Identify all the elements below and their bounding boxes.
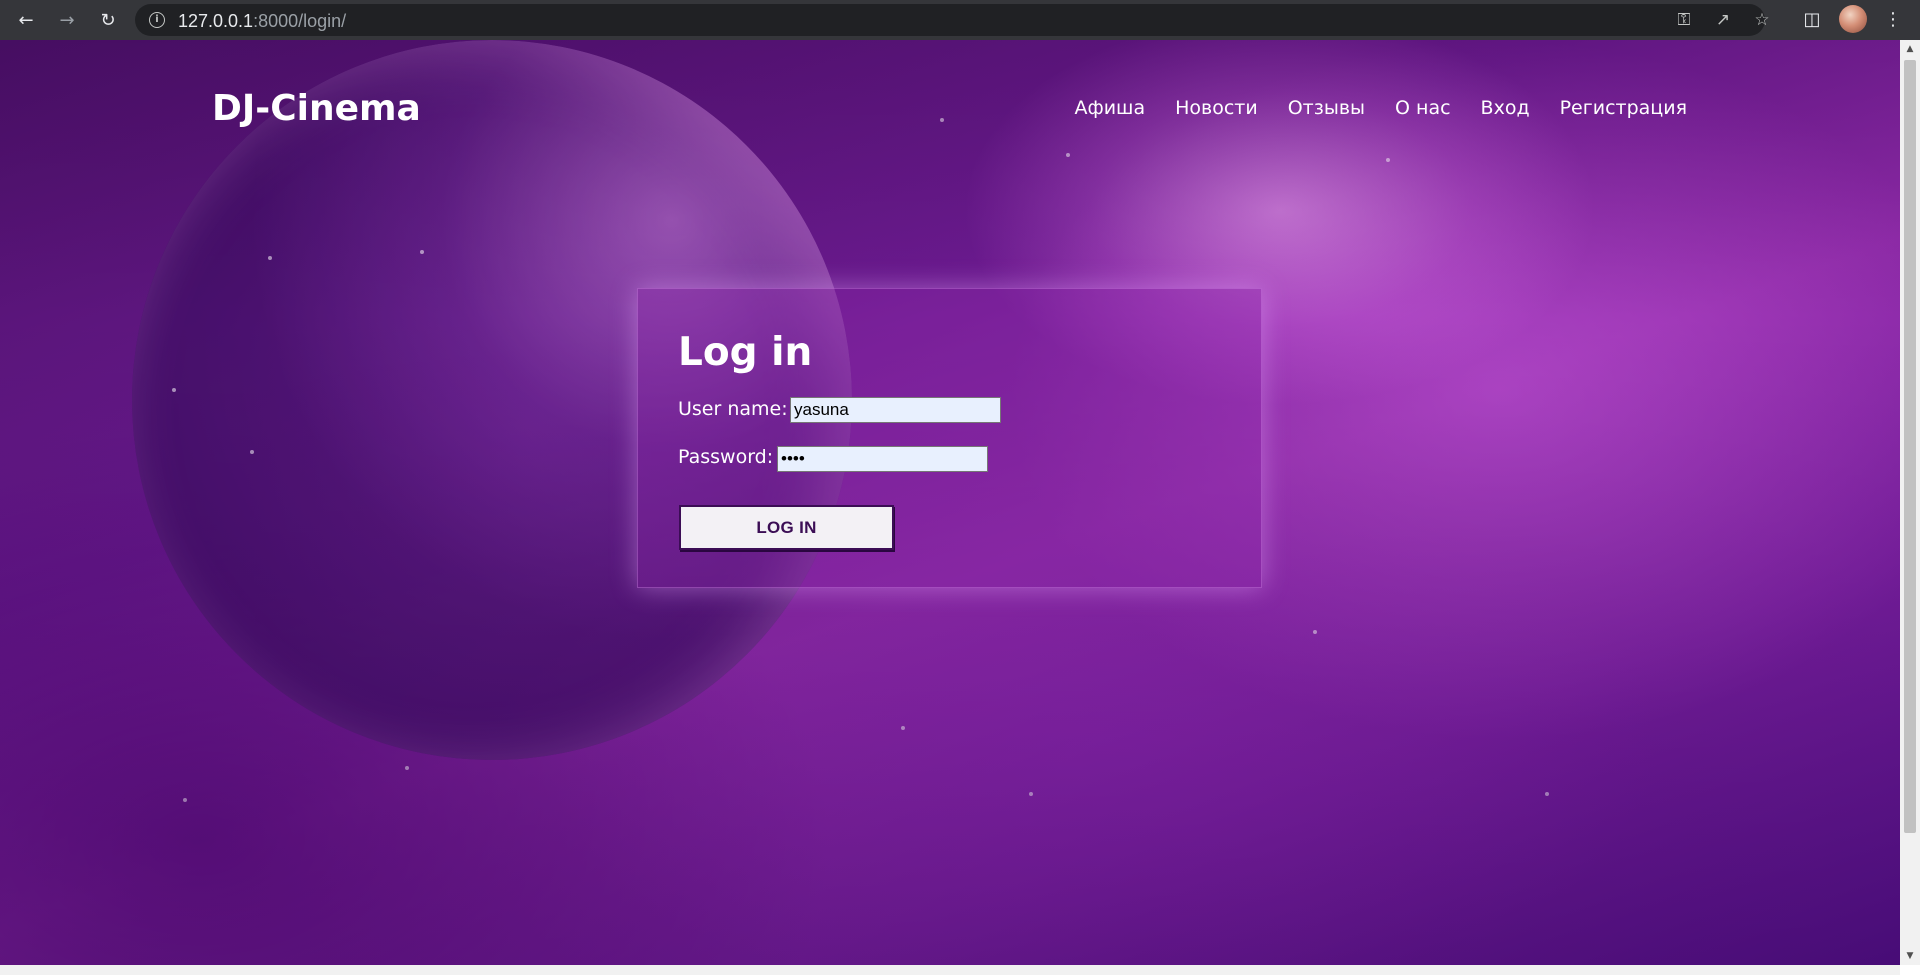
- vertical-scrollbar[interactable]: ▲ ▼: [1900, 40, 1920, 965]
- password-label: Password:: [678, 446, 774, 468]
- browser-toolbar: ← → ↻ i 127.0.0.1:8000/login/ ⚿ ↗ ☆ ◫ ⋮: [0, 0, 1920, 40]
- info-icon[interactable]: i: [149, 12, 165, 28]
- star-icon[interactable]: ☆: [1751, 10, 1773, 30]
- login-card: Log in User name: Password: LOG IN: [637, 288, 1262, 588]
- url-text[interactable]: 127.0.0.1:8000/login/: [178, 11, 346, 32]
- site-logo[interactable]: DJ-Cinema: [212, 88, 421, 129]
- scrollbar-thumb[interactable]: [1904, 60, 1916, 833]
- nav-item-register[interactable]: Регистрация: [1560, 97, 1687, 119]
- key-icon[interactable]: ⚿: [1673, 10, 1695, 30]
- horizontal-scrollbar[interactable]: [0, 965, 1900, 975]
- forward-arrow-icon[interactable]: →: [55, 8, 79, 32]
- main-nav: Афиша Новости Отзывы О нас Вход Регистра…: [1074, 97, 1687, 119]
- username-input[interactable]: [790, 397, 1001, 423]
- back-arrow-icon[interactable]: ←: [14, 8, 38, 32]
- nav-item-afisha[interactable]: Афиша: [1074, 97, 1145, 119]
- nav-item-about[interactable]: О нас: [1395, 97, 1451, 119]
- scroll-down-icon[interactable]: ▼: [1900, 947, 1920, 965]
- reload-icon[interactable]: ↻: [96, 8, 120, 32]
- kebab-menu-icon[interactable]: ⋮: [1881, 8, 1905, 32]
- nav-item-login[interactable]: Вход: [1481, 97, 1530, 119]
- address-bar[interactable]: i 127.0.0.1:8000/login/ ⚿ ↗ ☆: [135, 4, 1770, 36]
- share-icon[interactable]: ↗: [1712, 10, 1734, 30]
- avatar[interactable]: [1839, 5, 1867, 33]
- side-panel-icon[interactable]: ◫: [1800, 8, 1824, 32]
- login-button[interactable]: LOG IN: [679, 505, 894, 550]
- scroll-up-icon[interactable]: ▲: [1900, 40, 1920, 58]
- page-viewport: DJ-Cinema Афиша Новости Отзывы О нас Вхо…: [0, 40, 1900, 965]
- password-input[interactable]: [777, 446, 988, 472]
- username-label: User name:: [678, 398, 788, 420]
- login-title: Log in: [678, 330, 813, 375]
- nav-item-reviews[interactable]: Отзывы: [1288, 97, 1365, 119]
- nav-item-news[interactable]: Новости: [1175, 97, 1258, 119]
